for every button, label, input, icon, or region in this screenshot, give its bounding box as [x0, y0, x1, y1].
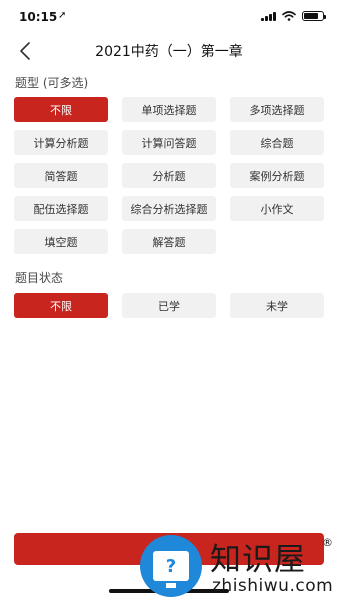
question-status-label: 题目状态 — [15, 271, 64, 285]
signal-icon — [261, 11, 276, 21]
filter-chip-type[interactable]: 填空题 — [14, 229, 108, 254]
home-indicator — [109, 589, 229, 593]
filter-chip-status[interactable]: 已学 — [122, 293, 216, 318]
filter-chip-type[interactable]: 分析题 — [122, 163, 216, 188]
filter-chip-type[interactable]: 计算分析题 — [14, 130, 108, 155]
question-status-grid: 不限 已学 未学 — [14, 293, 324, 326]
battery-icon — [302, 11, 326, 21]
filter-chip-type[interactable]: 不限 — [14, 97, 108, 122]
wifi-icon — [282, 11, 296, 21]
filter-chip-status[interactable]: 未学 — [230, 293, 324, 318]
status-bar: 10:15 ➚ — [0, 0, 338, 34]
confirm-button-label: 确 — [162, 543, 176, 559]
filter-chip-type[interactable]: 计算问答题 — [122, 130, 216, 155]
filter-chip-type[interactable]: 综合分析选择题 — [122, 196, 216, 221]
filter-chip-type[interactable]: 解答题 — [122, 229, 216, 254]
confirm-button[interactable]: 确 — [14, 533, 324, 565]
filter-chip-type[interactable]: 单项选择题 — [122, 97, 216, 122]
status-icons — [261, 11, 326, 21]
status-time: 10:15 — [19, 10, 58, 24]
filter-chip-type[interactable]: 配伍选择题 — [14, 196, 108, 221]
watermark-text-en: zhishiwu.com — [212, 576, 334, 596]
filter-chip-type[interactable]: 小作文 — [230, 196, 324, 221]
question-type-label: 题型 (可多选) — [15, 76, 89, 90]
nav-bar: 2021中药（一）第一章 — [0, 34, 338, 66]
filter-chip-status[interactable]: 不限 — [14, 293, 108, 318]
location-arrow-icon: ➚ — [58, 10, 67, 21]
filter-chip-type[interactable]: 综合题 — [230, 130, 324, 155]
filter-chip-type[interactable]: 案例分析题 — [230, 163, 324, 188]
page-title: 2021中药（一）第一章 — [95, 44, 243, 60]
filter-chip-type[interactable]: 简答题 — [14, 163, 108, 188]
filter-chip-type[interactable]: 多项选择题 — [230, 97, 324, 122]
question-type-grid: 不限 单项选择题 多项选择题 计算分析题 计算问答题 综合题 简答题 分析题 案… — [14, 97, 324, 262]
